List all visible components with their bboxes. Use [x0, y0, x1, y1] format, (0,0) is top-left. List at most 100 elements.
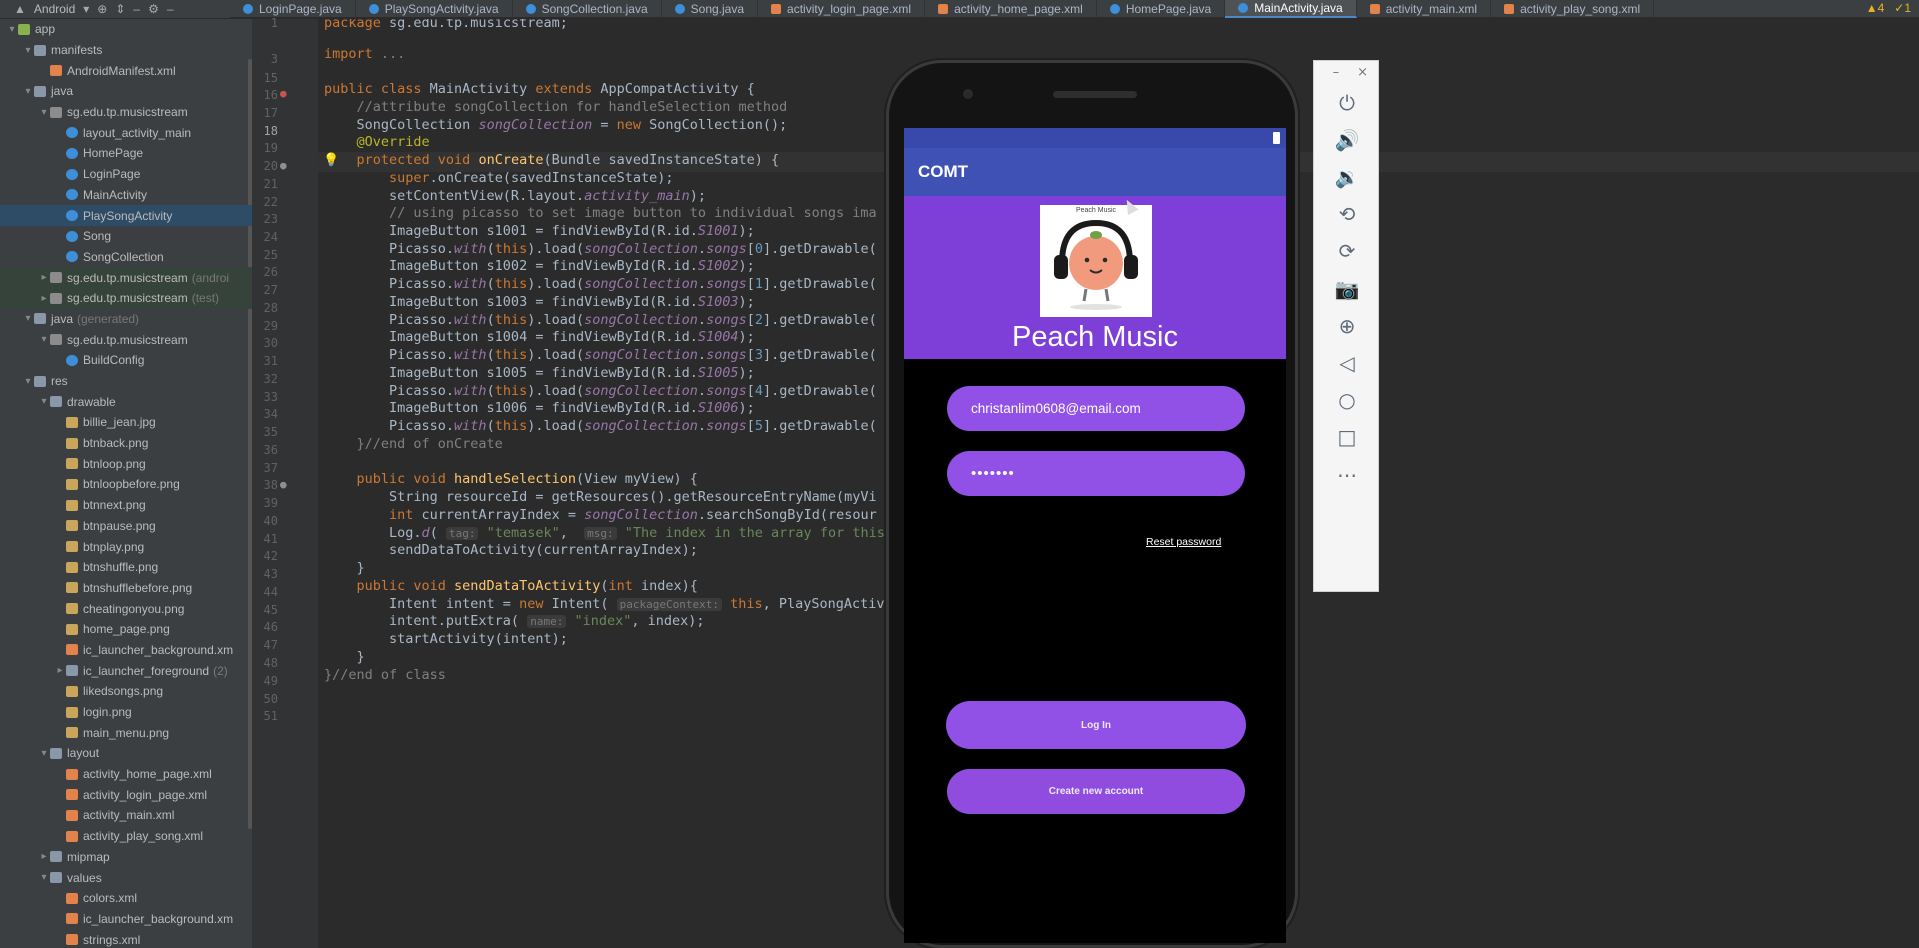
tree-item[interactable]: ▾ sg.edu.tp.musicstream [0, 329, 252, 350]
back-icon[interactable]: ◁ [1314, 351, 1380, 375]
tree-item[interactable]: ▾ manifests [0, 40, 252, 61]
chevron-icon[interactable]: ▾ [38, 334, 50, 345]
tree-item[interactable]: Song [0, 226, 252, 247]
tree-item[interactable]: layout_activity_main [0, 122, 252, 143]
tree-item[interactable]: HomePage [0, 143, 252, 164]
tree-item[interactable]: ▾ app [0, 19, 252, 40]
zoom-icon[interactable]: ⊕ [1314, 314, 1380, 338]
overview-icon[interactable]: □ [1314, 425, 1380, 449]
tree-item[interactable]: ▾ layout [0, 743, 252, 764]
chevron-icon[interactable]: ▾ [6, 24, 18, 35]
tree-item[interactable]: LoginPage [0, 164, 252, 185]
tree-item[interactable]: activity_home_page.xml [0, 764, 252, 785]
create-account-button[interactable]: Create new account [947, 769, 1245, 814]
login-button[interactable]: Log In [946, 701, 1246, 749]
tree-item[interactable]: btnloop.png [0, 453, 252, 474]
minimize-icon[interactable]: – [133, 2, 140, 16]
tab-loginpage-java[interactable]: LoginPage.java [230, 0, 356, 18]
chevron-icon[interactable]: ▾ [22, 86, 34, 97]
tree-item[interactable]: MainActivity [0, 185, 252, 206]
chevron-icon[interactable]: ▾ [38, 107, 50, 118]
power-icon[interactable]: ⏻ [1314, 91, 1380, 115]
tree-item[interactable]: ▸ ic_launcher_foreground (2) [0, 660, 252, 681]
chevron-icon[interactable]: ▸ [38, 293, 50, 304]
target-icon[interactable]: ⊕ [97, 2, 107, 16]
folder-icon [66, 665, 78, 677]
tab-mainactivity-java[interactable]: MainActivity.java [1225, 0, 1357, 18]
tree-item[interactable]: login.png [0, 702, 252, 723]
override-marker-icon[interactable]: ● [280, 87, 287, 100]
tree-item[interactable]: ic_launcher_background.xm [0, 640, 252, 661]
tab-playsongactivity-java[interactable]: PlaySongActivity.java [356, 0, 513, 18]
chevron-down-icon[interactable]: ▾ [83, 2, 89, 16]
tree-item[interactable]: ▾ java [0, 81, 252, 102]
gear-icon[interactable]: ⚙ [148, 2, 159, 16]
tab-activity-main-xml[interactable]: activity_main.xml [1357, 0, 1492, 18]
camera-icon[interactable]: 📷 [1314, 277, 1380, 301]
tab-activity-home-page-xml[interactable]: activity_home_page.xml [925, 0, 1097, 18]
chevron-icon[interactable]: ▾ [38, 396, 50, 407]
tree-item[interactable]: AndroidManifest.xml [0, 60, 252, 81]
rotate-left-icon[interactable]: ⟲ [1314, 202, 1380, 226]
close-icon[interactable]: × [1357, 65, 1368, 80]
chevron-icon[interactable]: ▾ [22, 376, 34, 387]
volume-up-icon[interactable]: 🔊 [1314, 128, 1380, 152]
tree-item[interactable]: btnpause.png [0, 516, 252, 537]
chevron-icon[interactable]: ▸ [38, 851, 50, 862]
tree-item[interactable]: ▾ java (generated) [0, 309, 252, 330]
tree-item[interactable]: ▸ mipmap [0, 847, 252, 868]
tree-item[interactable]: ▸ sg.edu.tp.musicstream (test) [0, 287, 252, 309]
tree-item[interactable]: BuildConfig [0, 350, 252, 371]
tree-item[interactable]: btnnext.png [0, 495, 252, 516]
tree-item[interactable]: ▾ values [0, 867, 252, 888]
tree-item[interactable]: ▾ res [0, 371, 252, 392]
tree-item[interactable]: ic_launcher_background.xm [0, 909, 252, 930]
chevron-icon[interactable]: ▾ [22, 45, 34, 56]
minimize-icon[interactable]: – [1333, 65, 1340, 80]
project-view-selector[interactable]: ▲ Android ▾ ⊕ ⇕ – ⚙ – [0, 0, 230, 18]
home-icon[interactable]: ○ [1314, 388, 1380, 412]
chevron-icon[interactable]: ▾ [38, 748, 50, 759]
tab-songcollection-java[interactable]: SongCollection.java [513, 0, 662, 18]
hide-icon[interactable]: – [167, 2, 174, 16]
tree-item[interactable]: colors.xml [0, 888, 252, 909]
tree-item[interactable]: main_menu.png [0, 722, 252, 743]
rotate-right-icon[interactable]: ⟳ [1314, 239, 1380, 263]
tree-item[interactable]: strings.xml [0, 929, 252, 948]
more-icon[interactable]: ⋯ [1314, 463, 1380, 487]
reset-password-link[interactable]: Reset password [1146, 536, 1221, 548]
tree-item[interactable]: likedsongs.png [0, 681, 252, 702]
device-screen[interactable]: COMT Peach Music Peach Music christanlim… [904, 128, 1286, 943]
override-marker-icon[interactable]: ● [280, 159, 287, 172]
tree-item[interactable]: btnback.png [0, 433, 252, 454]
tree-item[interactable]: ▾ drawable [0, 391, 252, 412]
tree-item[interactable]: ▾ sg.edu.tp.musicstream [0, 102, 252, 123]
tree-item[interactable]: btnshufflebefore.png [0, 578, 252, 599]
inspection-widget[interactable]: ▲4 ✓1 [1866, 1, 1911, 15]
tree-item[interactable]: activity_play_song.xml [0, 826, 252, 847]
tree-item[interactable]: ▸ sg.edu.tp.musicstream (androi [0, 267, 252, 288]
tree-item[interactable]: btnloopbefore.png [0, 474, 252, 495]
usage-marker-icon[interactable]: ● [280, 478, 287, 491]
tree-item[interactable]: activity_login_page.xml [0, 784, 252, 805]
chevron-icon[interactable]: ▾ [38, 872, 50, 883]
chevron-icon[interactable]: ▸ [38, 272, 50, 283]
tree-item[interactable]: home_page.png [0, 619, 252, 640]
collapse-icon[interactable]: ⇕ [115, 2, 125, 16]
tree-item[interactable]: btnshuffle.png [0, 557, 252, 578]
tree-item[interactable]: activity_main.xml [0, 805, 252, 826]
tab-homepage-java[interactable]: HomePage.java [1097, 0, 1226, 18]
chevron-icon[interactable]: ▾ [22, 313, 34, 324]
tree-item[interactable]: SongCollection [0, 247, 252, 268]
tree-item[interactable]: PlaySongActivity [0, 205, 252, 226]
chevron-icon[interactable]: ▸ [54, 665, 66, 676]
volume-down-icon[interactable]: 🔉 [1314, 165, 1380, 189]
tree-item[interactable]: billie_jean.jpg [0, 412, 252, 433]
tab-song-java[interactable]: Song.java [662, 0, 759, 18]
email-field[interactable]: christanlim0608@email.com [947, 386, 1245, 431]
tab-activity-login-page-xml[interactable]: activity_login_page.xml [758, 0, 926, 18]
tree-item[interactable]: cheatingonyou.png [0, 598, 252, 619]
tree-item[interactable]: btnplay.png [0, 536, 252, 557]
password-field[interactable]: ••••••• [947, 451, 1245, 496]
tab-activity-play-song-xml[interactable]: activity_play_song.xml [1491, 0, 1655, 18]
